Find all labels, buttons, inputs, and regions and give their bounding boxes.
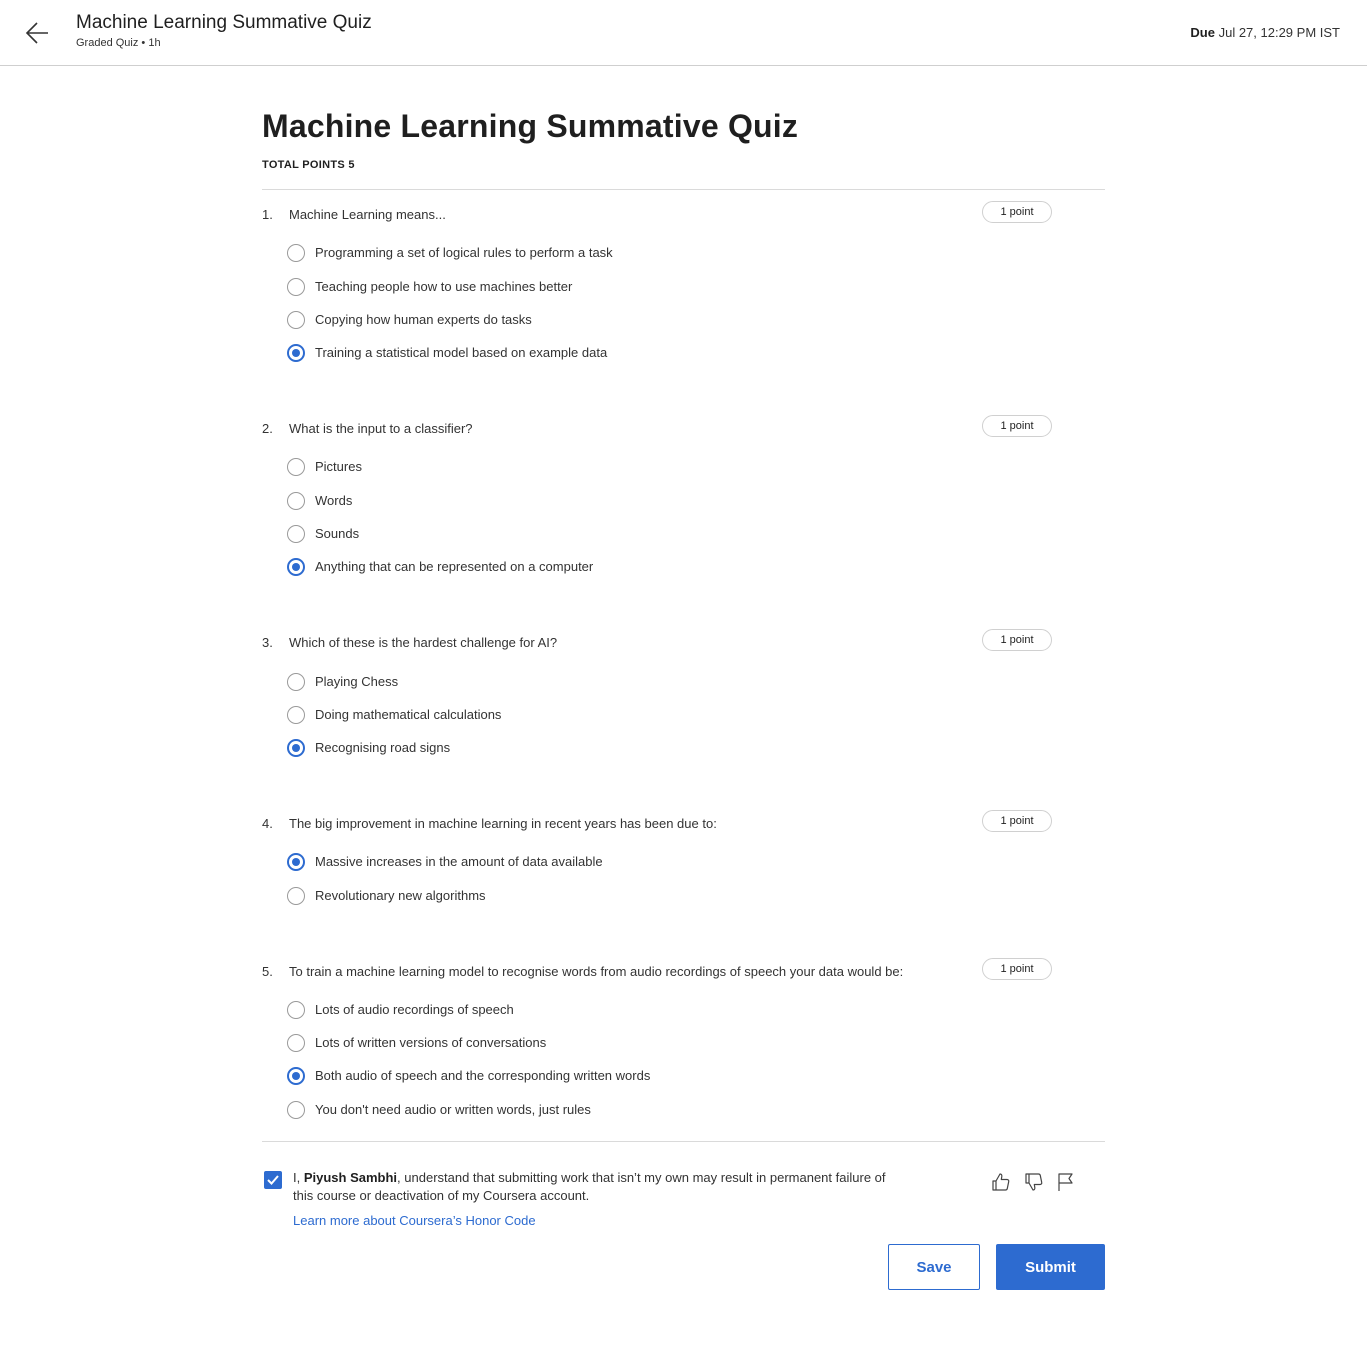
question-number: 2.	[262, 421, 273, 436]
radio-button[interactable]	[287, 558, 305, 576]
save-button[interactable]: Save	[888, 1244, 980, 1290]
option-label: Revolutionary new algorithms	[315, 888, 486, 903]
question-number: 4.	[262, 816, 273, 831]
thumbs-down-icon	[1025, 1173, 1043, 1191]
radio-button[interactable]	[287, 1034, 305, 1052]
honor-code-statement: I, Piyush Sambhi, understand that submit…	[293, 1169, 903, 1205]
question-text: Which of these is the hardest challenge …	[289, 635, 558, 650]
question-text: The big improvement in machine learning …	[289, 816, 717, 831]
option-label: Sounds	[315, 526, 360, 541]
like-button[interactable]	[989, 1170, 1013, 1194]
option-label: Programming a set of logical rules to pe…	[315, 245, 613, 260]
radio-button[interactable]	[287, 739, 305, 757]
option-label: Anything that can be represented on a co…	[315, 559, 594, 574]
radio-button[interactable]	[287, 1001, 305, 1019]
thumbs-up-icon	[992, 1173, 1010, 1191]
points-badge: 1 point	[982, 201, 1052, 223]
option-label: Recognising road signs	[315, 740, 451, 755]
radio-button[interactable]	[287, 887, 305, 905]
arrow-left-icon	[25, 22, 48, 44]
option-label: Pictures	[315, 459, 362, 474]
due-label: Due	[1190, 25, 1215, 40]
radio-button[interactable]	[287, 492, 305, 510]
option-label: You don't need audio or written words, j…	[315, 1102, 591, 1117]
checkmark-icon	[267, 1175, 279, 1185]
option-label: Playing Chess	[315, 674, 399, 689]
header-subtitle: Graded Quiz • 1h	[76, 37, 161, 49]
student-name: Piyush Sambhi	[303, 1170, 398, 1185]
submit-button[interactable]: Submit	[996, 1244, 1105, 1290]
question-text: Machine Learning means...	[289, 207, 446, 222]
question-text: What is the input to a classifier?	[289, 421, 473, 436]
divider	[262, 189, 1105, 190]
radio-button[interactable]	[287, 311, 305, 329]
points-badge: 1 point	[982, 415, 1052, 437]
due-value: Jul 27, 12:29 PM IST	[1218, 25, 1340, 40]
due-date: Due Jul 27, 12:29 PM IST	[1190, 25, 1340, 40]
radio-button[interactable]	[287, 706, 305, 724]
option-label: Massive increases in the amount of data …	[315, 854, 603, 869]
radio-button[interactable]	[287, 853, 305, 871]
radio-button[interactable]	[287, 278, 305, 296]
radio-button[interactable]	[287, 673, 305, 691]
radio-button[interactable]	[287, 458, 305, 476]
honor-code-link[interactable]: Learn more about Coursera’s Honor Code	[293, 1213, 536, 1228]
question-number: 3.	[262, 635, 273, 650]
question-4: 4. The big improvement in machine learni…	[262, 810, 1105, 905]
option-label: Teaching people how to use machines bett…	[315, 279, 573, 294]
report-button[interactable]	[1054, 1170, 1078, 1194]
question-number: 1.	[262, 207, 273, 222]
radio-button[interactable]	[287, 1067, 305, 1085]
option-label: Both audio of speech and the correspondi…	[315, 1068, 651, 1083]
radio-button[interactable]	[287, 1101, 305, 1119]
dislike-button[interactable]	[1022, 1170, 1046, 1194]
points-badge: 1 point	[982, 810, 1052, 832]
honor-prefix: I,	[293, 1170, 304, 1185]
points-badge: 1 point	[982, 958, 1052, 980]
total-points: TOTAL POINTS 5	[262, 159, 355, 171]
option-label: Words	[315, 493, 353, 508]
question-3: 3. Which of these is the hardest challen…	[262, 629, 1105, 757]
radio-button[interactable]	[287, 244, 305, 262]
question-number: 5.	[262, 964, 273, 979]
divider	[262, 1141, 1105, 1142]
radio-button[interactable]	[287, 344, 305, 362]
question-5: 5. To train a machine learning model to …	[262, 958, 1105, 1119]
question-2: 2. What is the input to a classifier? 1 …	[262, 415, 1105, 576]
option-label: Lots of audio recordings of speech	[315, 1002, 514, 1017]
question-1: 1. Machine Learning means... 1 point Pro…	[262, 201, 1105, 362]
back-button[interactable]	[22, 18, 52, 48]
honor-code-checkbox[interactable]	[264, 1171, 282, 1189]
radio-button[interactable]	[287, 525, 305, 543]
page-title: Machine Learning Summative Quiz	[262, 108, 799, 144]
points-badge: 1 point	[982, 629, 1052, 651]
quiz-header: Machine Learning Summative Quiz TOTAL PO…	[262, 108, 1105, 171]
top-bar: Machine Learning Summative Quiz Graded Q…	[0, 0, 1367, 66]
question-text: To train a machine learning model to rec…	[289, 964, 904, 979]
option-label: Training a statistical model based on ex…	[315, 345, 608, 360]
flag-icon	[1058, 1173, 1073, 1191]
header-title: Machine Learning Summative Quiz	[76, 12, 372, 33]
option-label: Lots of written versions of conversation…	[315, 1035, 547, 1050]
option-label: Doing mathematical calculations	[315, 707, 502, 722]
option-label: Copying how human experts do tasks	[315, 312, 532, 327]
